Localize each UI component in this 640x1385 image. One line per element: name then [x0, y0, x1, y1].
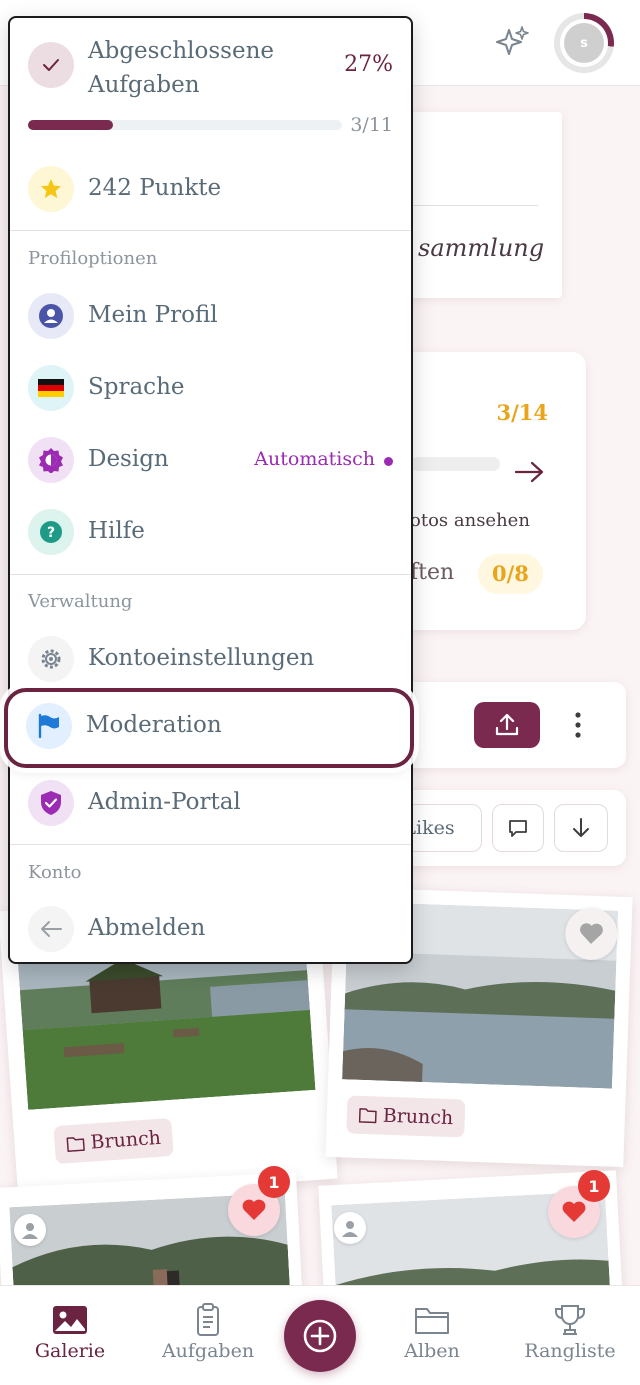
menu-item-my-profile-label: Mein Profil	[88, 302, 218, 328]
task-sub-count: 0/8	[478, 554, 543, 594]
folder-icon	[358, 1108, 377, 1124]
folder-icon	[415, 1308, 449, 1334]
heart-icon	[242, 1199, 266, 1220]
more-vertical-icon[interactable]	[568, 704, 588, 746]
nav-gallery-label: Galerie	[34, 1340, 106, 1362]
sparkle-icon[interactable]	[494, 24, 530, 60]
album-tag[interactable]: Brunch	[346, 1095, 466, 1138]
menu-item-logout[interactable]: Abmelden	[10, 893, 411, 965]
points-row: 242 Punkte	[10, 153, 411, 225]
menu-item-help-label: Hilfe	[88, 518, 145, 544]
nav-albums-label: Alben	[404, 1340, 460, 1362]
nav-albums[interactable]: Alben	[372, 1300, 492, 1362]
help-icon: ?	[28, 509, 74, 555]
task-line-1: otos ansehen	[410, 510, 530, 531]
uploader-avatar	[14, 1214, 46, 1246]
german-flag-icon	[28, 365, 74, 411]
add-photo-button[interactable]	[284, 1300, 356, 1372]
album-tag-label: Brunch	[89, 1126, 162, 1154]
menu-item-logout-label: Abmelden	[88, 915, 206, 941]
task-line-2: ften	[410, 560, 455, 585]
nav-gallery[interactable]: Galerie	[10, 1300, 130, 1362]
design-indicator-dot	[384, 457, 393, 466]
image-gallery-icon	[53, 1306, 87, 1334]
menu-item-account-settings[interactable]: Kontoeinstellungen	[10, 623, 411, 695]
uploader-avatar	[334, 1212, 366, 1244]
heart-icon	[562, 1201, 586, 1222]
menu-item-admin-portal-label: Admin-Portal	[88, 789, 241, 815]
completed-tasks-count: 3/11	[350, 114, 393, 136]
shield-check-icon	[28, 780, 74, 826]
avatar-initial: s	[564, 23, 604, 63]
folder-icon	[66, 1137, 85, 1152]
theme-icon	[28, 437, 74, 483]
comments-sort-button[interactable]	[492, 804, 544, 852]
menu-item-design[interactable]: Design Automatisch	[10, 424, 411, 496]
like-count-badge: 1	[578, 1170, 610, 1202]
progress-fill	[28, 120, 113, 130]
profile-menu: Abgeschlossene Aufgaben 27% 3/11 242 Pun…	[8, 16, 413, 964]
bottom-navigation: Galerie Aufgaben Alben Rangliste	[0, 1285, 640, 1385]
arrow-right-icon[interactable]	[514, 460, 546, 484]
arrow-down-icon	[573, 818, 589, 837]
trophy-icon	[555, 1305, 585, 1335]
sort-direction-button[interactable]	[554, 804, 608, 852]
heart-icon	[580, 923, 603, 944]
comment-icon	[509, 820, 527, 837]
user-circle-icon	[28, 293, 74, 339]
menu-item-language[interactable]: Sprache	[10, 352, 411, 424]
menu-item-moderation-label: Moderation	[86, 712, 222, 738]
nav-leaderboard-label: Rangliste	[524, 1340, 616, 1362]
menu-item-my-profile[interactable]: Mein Profil	[10, 280, 411, 352]
album-tag[interactable]: Brunch	[53, 1117, 175, 1165]
flag-icon	[26, 703, 72, 749]
gear-icon	[28, 636, 74, 682]
upload-button[interactable]	[474, 702, 540, 748]
section-account: Konto	[28, 862, 82, 883]
menu-item-admin-portal[interactable]: Admin-Portal	[10, 767, 411, 839]
upload-row	[380, 682, 626, 768]
task-count: 3/14	[496, 400, 548, 425]
user-icon	[22, 1223, 38, 1239]
star-icon	[28, 166, 74, 212]
section-administration: Verwaltung	[28, 591, 133, 612]
completed-tasks-label: Abgeschlossene Aufgaben	[88, 38, 275, 98]
menu-item-account-settings-label: Kontoeinstellungen	[88, 645, 315, 671]
points-label: 242 Punkte	[88, 175, 222, 201]
user-icon	[342, 1221, 358, 1237]
design-value: Automatisch	[254, 448, 375, 470]
sort-row: Likes	[376, 790, 626, 866]
completed-tasks-progress	[28, 120, 342, 130]
section-profile-options: Profiloptionen	[28, 248, 158, 269]
menu-item-moderation[interactable]: Moderation	[4, 688, 414, 768]
task-progress-bar	[410, 457, 500, 471]
nav-leaderboard[interactable]: Rangliste	[510, 1300, 630, 1362]
album-tag-label: Brunch	[382, 1104, 454, 1130]
menu-item-help[interactable]: ? Hilfe	[10, 496, 411, 568]
menu-item-language-label: Sprache	[88, 374, 185, 400]
upload-icon	[495, 713, 519, 736]
arrow-left-icon	[28, 906, 74, 952]
check-icon	[28, 42, 74, 88]
completed-tasks-percent: 27%	[344, 52, 393, 77]
album-card-title: sammlung	[418, 234, 545, 262]
nav-tasks-label: Aufgaben	[161, 1340, 255, 1362]
svg-text:?: ?	[47, 525, 55, 541]
photo-image	[17, 940, 316, 1110]
menu-item-design-label: Design	[88, 446, 169, 472]
user-avatar[interactable]: s	[554, 13, 614, 73]
nav-tasks[interactable]: Aufgaben	[148, 1300, 268, 1362]
clipboard-list-icon	[197, 1303, 219, 1336]
plus-circle-icon	[303, 1319, 337, 1353]
like-count-badge: 1	[258, 1166, 290, 1198]
